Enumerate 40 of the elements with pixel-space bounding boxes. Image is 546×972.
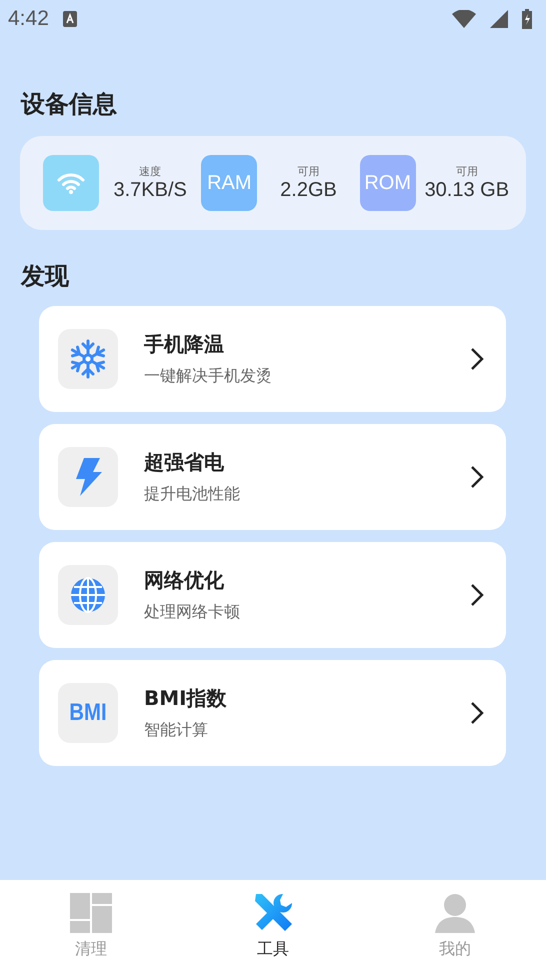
feature-card[interactable]: 手机降温 一键解决手机发烫	[39, 306, 506, 412]
stat-value: 3.7KB/S	[113, 179, 187, 202]
cell-signal-icon	[490, 10, 508, 28]
chevron-right-icon	[470, 465, 484, 489]
wifi-icon	[57, 172, 85, 194]
stat-label: 速度	[139, 164, 162, 179]
feature-title: BMI指数	[144, 685, 227, 712]
feature-subtitle: 处理网络卡顿	[144, 602, 240, 623]
person-icon	[435, 892, 475, 932]
stat-label: 可用	[456, 164, 478, 179]
tools-icon	[253, 892, 293, 932]
stat-value: 30.13 GB	[424, 179, 510, 202]
snowflake-icon	[68, 339, 108, 379]
nav-tab[interactable]: 工具	[182, 880, 364, 972]
notification-icon	[62, 11, 77, 27]
feature-title: 超强省电	[144, 449, 224, 476]
chevron-right-icon	[470, 583, 484, 607]
section-title: 设备信息	[21, 89, 118, 120]
memory-tile: RAM	[201, 155, 258, 211]
feature-subtitle: 提升电池性能	[144, 484, 240, 505]
stat-label: 可用	[297, 164, 320, 179]
memory-tile: ROM	[360, 155, 416, 211]
feature-title: 网络优化	[144, 567, 224, 594]
stat-value: 2.2GB	[280, 179, 337, 202]
chevron-right-icon	[470, 347, 484, 371]
status-time: 4:42	[8, 7, 49, 31]
feature-card[interactable]: 网络优化 处理网络卡顿	[39, 542, 506, 648]
feature-subtitle: 一键解决手机发烫	[144, 366, 272, 387]
wifi-signal-icon	[452, 10, 476, 28]
battery-icon	[522, 9, 532, 29]
dashboard-icon	[70, 892, 112, 932]
feature-title: 手机降温	[144, 331, 224, 358]
globe-icon	[70, 577, 106, 613]
section-title: 发现	[21, 261, 70, 292]
lightning-bolt-icon	[74, 458, 102, 496]
feature-subtitle: 智能计算	[144, 720, 208, 741]
chevron-right-icon	[470, 701, 484, 725]
feature-card[interactable]: 超强省电 提升电池性能	[39, 424, 506, 530]
feature-card[interactable]: BMI BMI指数 智能计算	[39, 660, 506, 766]
bmi-logo: BMI	[69, 699, 107, 727]
